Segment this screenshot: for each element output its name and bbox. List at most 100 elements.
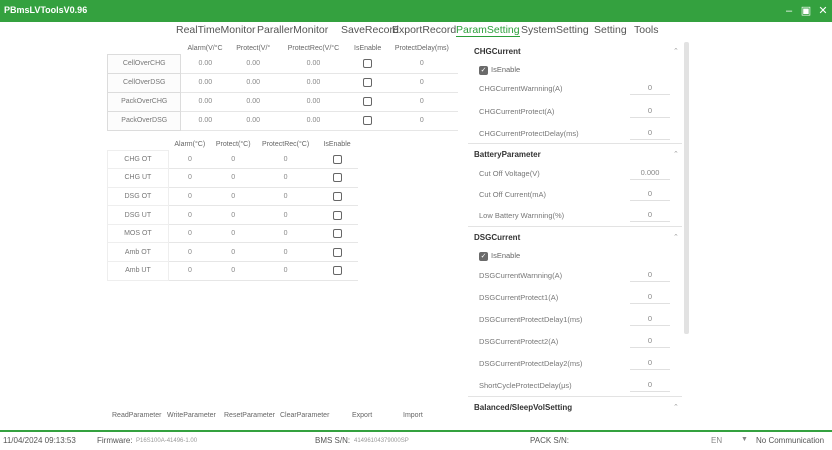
- dsg-enable-checkbox[interactable]: ✓ IsEnable: [479, 251, 520, 261]
- protect-rec-cell[interactable]: 0: [255, 242, 317, 263]
- protect-cell[interactable]: 0: [211, 261, 256, 281]
- alarm-cell[interactable]: 0: [168, 187, 212, 207]
- protect-cell[interactable]: 0: [211, 168, 256, 188]
- protect-cell[interactable]: 0: [211, 150, 256, 170]
- row-header: CellOverCHG: [106, 53, 182, 74]
- enable-checkbox-cell[interactable]: [316, 261, 358, 281]
- enable-checkbox[interactable]: [332, 154, 342, 164]
- protect-cell[interactable]: 0: [211, 205, 256, 225]
- enable-checkbox-cell[interactable]: [349, 73, 386, 93]
- alarm-cell[interactable]: 0: [168, 261, 212, 281]
- write-parameter-button[interactable]: WriteParameter: [167, 412, 216, 419]
- enable-checkbox-cell[interactable]: [316, 187, 358, 207]
- alarm-cell[interactable]: 0: [168, 205, 212, 225]
- enable-checkbox-cell[interactable]: [316, 150, 358, 170]
- enable-checkbox-cell[interactable]: [316, 242, 358, 263]
- protect-cell[interactable]: 0: [211, 187, 256, 207]
- alarm-cell[interactable]: 0.00: [180, 111, 230, 131]
- delay-cell[interactable]: 0: [385, 54, 458, 74]
- enable-checkbox-cell[interactable]: [349, 54, 386, 74]
- chg-enable-checkbox[interactable]: ✓ IsEnable: [479, 65, 520, 75]
- delay-cell[interactable]: 0: [385, 73, 458, 93]
- alarm-cell[interactable]: 0.00: [180, 73, 230, 93]
- enable-checkbox[interactable]: [332, 247, 342, 257]
- enable-checkbox[interactable]: [363, 116, 373, 125]
- reset-parameter-button[interactable]: ResetParameter: [224, 412, 275, 419]
- chevron-up-icon[interactable]: ⌃: [673, 233, 679, 241]
- param-input[interactable]: 0: [630, 312, 670, 326]
- enable-checkbox[interactable]: [363, 78, 373, 87]
- chevron-up-icon[interactable]: ⌃: [673, 150, 679, 158]
- alarm-cell[interactable]: 0: [168, 150, 212, 170]
- enable-checkbox[interactable]: [363, 97, 373, 106]
- tab-saverecord[interactable]: SaveRecord: [341, 24, 399, 36]
- chevron-up-icon[interactable]: ⌃: [673, 47, 679, 55]
- alarm-cell[interactable]: 0.00: [180, 92, 230, 112]
- enable-checkbox[interactable]: [332, 210, 342, 220]
- protect-cell[interactable]: 0.00: [229, 73, 278, 93]
- enable-checkbox[interactable]: [332, 173, 342, 183]
- protect-rec-cell[interactable]: 0.00: [277, 92, 350, 112]
- close-icon[interactable]: ✕: [815, 3, 831, 19]
- param-input[interactable]: 0: [630, 290, 670, 304]
- tab-realtimemonitor[interactable]: RealTimeMonitor: [176, 24, 256, 36]
- tab-parallermonitor[interactable]: ParallerMonitor: [257, 24, 328, 36]
- maximize-icon[interactable]: ▣: [798, 3, 814, 19]
- alarm-cell[interactable]: 0: [168, 224, 212, 244]
- export-button[interactable]: Export: [352, 412, 372, 419]
- param-input[interactable]: 0.000: [630, 166, 670, 180]
- protect-rec-cell[interactable]: 0: [255, 187, 317, 207]
- enable-checkbox-cell[interactable]: [349, 111, 386, 131]
- delay-cell[interactable]: 0: [385, 92, 458, 112]
- enable-checkbox-cell[interactable]: [349, 92, 386, 112]
- param-input[interactable]: 0: [630, 126, 670, 140]
- table-row: Amb OT 0 0 0: [107, 242, 358, 263]
- delay-cell[interactable]: 0: [385, 111, 458, 131]
- protect-cell[interactable]: 0.00: [229, 54, 278, 74]
- tab-tools[interactable]: Tools: [634, 24, 659, 36]
- read-parameter-button[interactable]: ReadParameter: [112, 412, 161, 419]
- param-input[interactable]: 0: [630, 187, 670, 201]
- tab-systemsetting[interactable]: SystemSetting: [521, 24, 589, 36]
- protect-cell[interactable]: 0: [211, 224, 256, 244]
- alarm-cell[interactable]: 0: [168, 242, 212, 263]
- minimize-icon[interactable]: –: [781, 3, 797, 19]
- language-select[interactable]: EN: [711, 436, 722, 445]
- enable-checkbox[interactable]: [363, 58, 373, 68]
- enable-checkbox-cell[interactable]: [316, 168, 358, 188]
- protect-rec-cell[interactable]: 0: [255, 224, 317, 244]
- protect-rec-cell[interactable]: 0.00: [277, 73, 350, 93]
- param-input[interactable]: 0: [630, 81, 670, 95]
- param-input[interactable]: 0: [630, 208, 670, 222]
- protect-rec-cell[interactable]: 0: [255, 150, 317, 170]
- chevron-up-icon[interactable]: ⌃: [673, 403, 679, 411]
- alarm-cell[interactable]: 0.00: [180, 54, 230, 74]
- alarm-cell[interactable]: 0: [168, 168, 212, 188]
- tab-setting[interactable]: Setting: [594, 24, 627, 36]
- protect-cell[interactable]: 0: [211, 242, 256, 263]
- enable-checkbox[interactable]: [332, 191, 342, 201]
- tab-paramsetting[interactable]: ParamSetting: [456, 24, 520, 37]
- enable-checkbox-cell[interactable]: [316, 205, 358, 225]
- clear-parameter-button[interactable]: ClearParameter: [280, 412, 329, 419]
- protect-rec-cell[interactable]: 0: [255, 261, 317, 281]
- enable-checkbox-cell[interactable]: [316, 224, 358, 244]
- param-input[interactable]: 0: [630, 378, 670, 392]
- param-label: DSGCurrentProtect1(A): [479, 293, 559, 302]
- panel-scrollbar[interactable]: [684, 42, 689, 334]
- protect-cell[interactable]: 0.00: [229, 92, 278, 112]
- param-input[interactable]: 0: [630, 104, 670, 118]
- protect-rec-cell[interactable]: 0.00: [277, 111, 350, 131]
- tab-exportrecord[interactable]: ExportRecord: [392, 24, 456, 36]
- protect-rec-cell[interactable]: 0: [255, 205, 317, 225]
- dropdown-arrow-icon[interactable]: ▼: [741, 436, 748, 443]
- param-input[interactable]: 0: [630, 334, 670, 348]
- enable-checkbox[interactable]: [332, 266, 342, 276]
- import-button[interactable]: Import: [403, 412, 423, 419]
- param-input[interactable]: 0: [630, 268, 670, 282]
- protect-rec-cell[interactable]: 0: [255, 168, 317, 188]
- enable-checkbox[interactable]: [332, 229, 342, 239]
- protect-cell[interactable]: 0.00: [229, 111, 278, 131]
- param-input[interactable]: 0: [630, 356, 670, 370]
- protect-rec-cell[interactable]: 0.00: [277, 54, 350, 74]
